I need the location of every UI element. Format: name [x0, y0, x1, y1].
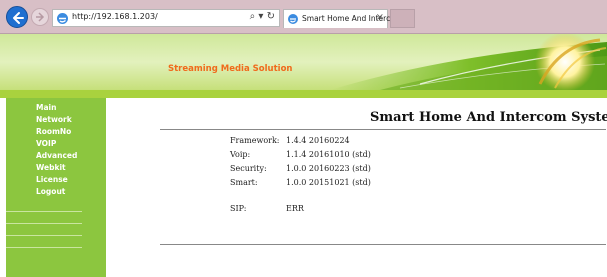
sip-label: SIP: — [230, 204, 247, 213]
sip-status: ERR — [286, 204, 304, 213]
sidebar-item-advanced[interactable]: Advanced — [36, 151, 77, 160]
sidebar-divider — [6, 235, 82, 236]
smart-label: Smart: — [230, 178, 258, 187]
back-button[interactable] — [6, 6, 28, 28]
url-text: http://192.168.1.203/ — [72, 12, 158, 21]
arrow-right-icon — [36, 12, 45, 22]
security-label: Security: — [230, 164, 267, 173]
title-divider — [160, 129, 606, 130]
sidebar-divider — [6, 211, 82, 212]
ie-icon — [57, 13, 68, 24]
voip-value: 1.1.4 20161010 (std) — [286, 150, 371, 159]
sidebar-item-roomno[interactable]: RoomNo — [36, 127, 71, 136]
sidebar: Main Network RoomNo VOIP Advanced Webkit… — [6, 98, 106, 277]
new-tab-button[interactable] — [390, 9, 415, 28]
arrow-left-icon — [13, 12, 24, 24]
smart-value: 1.0.0 20151021 (std) — [286, 178, 371, 187]
sidebar-divider — [6, 247, 82, 248]
banner-slogan: Streaming Media Solution — [168, 64, 293, 74]
header-banner: Streaming Media Solution — [0, 34, 607, 90]
forward-button[interactable] — [31, 8, 49, 26]
sidebar-item-logout[interactable]: Logout — [36, 187, 65, 196]
voip-label: Voip: — [230, 150, 251, 159]
sidebar-item-main[interactable]: Main — [36, 103, 56, 112]
framework-value: 1.4.4 20160224 — [286, 136, 350, 145]
address-bar[interactable]: http://192.168.1.203/ ⌕ ▾ ↻ — [52, 9, 280, 27]
browser-tab[interactable]: Smart Home And Intercom ... × — [283, 9, 412, 28]
ie-icon — [288, 14, 298, 24]
footer-divider — [160, 244, 606, 245]
framework-label: Framework: — [230, 136, 280, 145]
sidebar-item-voip[interactable]: VOIP — [36, 139, 56, 148]
page-title: Smart Home And Intercom System — [370, 110, 607, 125]
security-value: 1.0.0 20160223 (std) — [286, 164, 371, 173]
sidebar-item-webkit[interactable]: Webkit — [36, 163, 66, 172]
tab-close-icon[interactable]: × — [376, 12, 384, 23]
sidebar-divider — [6, 223, 82, 224]
search-refresh-controls[interactable]: ⌕ ▾ ↻ — [250, 11, 275, 22]
browser-toolbar: http://192.168.1.203/ ⌕ ▾ ↻ Smart Home A… — [0, 0, 607, 34]
sidebar-item-license[interactable]: License — [36, 175, 68, 184]
banner-graphic — [0, 34, 607, 90]
sidebar-item-network[interactable]: Network — [36, 115, 72, 124]
banner-underline — [0, 90, 607, 98]
